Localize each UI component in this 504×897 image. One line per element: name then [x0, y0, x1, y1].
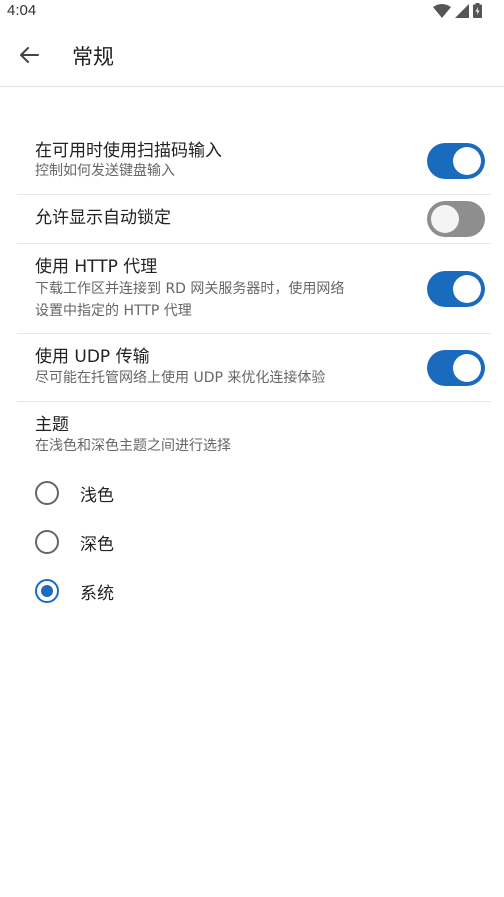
- setting-scancode-title: 在可用时使用扫描码输入: [35, 141, 222, 161]
- theme-option-label: 浅色: [80, 485, 114, 506]
- setting-scancode-input[interactable]: 在可用时使用扫描码输入 控制如何发送键盘输入: [35, 140, 491, 180]
- setting-http-proxy[interactable]: 使用 HTTP 代理 下载工作区并连接到 RD 网关服务器时，使用网络 设置中指…: [35, 256, 491, 322]
- toggle-knob: [453, 275, 481, 303]
- setting-auto-lock[interactable]: 允许显示自动锁定: [35, 207, 491, 229]
- auto-lock-toggle[interactable]: [427, 201, 485, 237]
- toggle-knob: [453, 147, 481, 175]
- udp-toggle[interactable]: [427, 350, 485, 386]
- setting-udp-description: 尽可能在托管网络上使用 UDP 来优化连接体验: [35, 370, 326, 386]
- theme-section: 主题 在浅色和深色主题之间进行选择: [35, 414, 491, 456]
- theme-option-system[interactable]: 系统: [35, 575, 335, 607]
- toggle-knob: [431, 205, 459, 233]
- scancode-toggle[interactable]: [427, 143, 485, 179]
- back-button[interactable]: [14, 40, 44, 70]
- setting-auto-lock-title: 允许显示自动锁定: [35, 208, 171, 228]
- divider: [17, 401, 491, 402]
- status-time: 4:04: [7, 2, 37, 19]
- battery-charging-icon: [473, 3, 482, 18]
- page-title: 常规: [72, 45, 114, 69]
- divider: [17, 243, 491, 244]
- theme-option-light[interactable]: 浅色: [35, 477, 335, 509]
- wifi-icon: [433, 3, 451, 18]
- toggle-knob: [453, 354, 481, 382]
- setting-scancode-description: 控制如何发送键盘输入: [35, 163, 175, 179]
- radio-button-dark[interactable]: [35, 530, 59, 554]
- arrow-left-icon: [20, 47, 39, 63]
- http-proxy-toggle[interactable]: [427, 271, 485, 307]
- status-icons: [433, 3, 482, 18]
- app-bar: 常规: [0, 22, 504, 87]
- divider: [17, 333, 491, 334]
- setting-http-proxy-title: 使用 HTTP 代理: [35, 257, 158, 277]
- theme-option-dark[interactable]: 深色: [35, 526, 335, 558]
- divider: [17, 194, 491, 195]
- setting-http-proxy-description-line-1: 下载工作区并连接到 RD 网关服务器时，使用网络: [35, 281, 345, 297]
- setting-http-proxy-description-line-2: 设置中指定的 HTTP 代理: [35, 303, 192, 319]
- setting-udp-title: 使用 UDP 传输: [35, 347, 150, 367]
- radio-button-light[interactable]: [35, 481, 59, 505]
- cellular-signal-icon: [455, 3, 469, 18]
- theme-title: 主题: [35, 415, 69, 435]
- theme-option-label: 深色: [80, 534, 114, 555]
- radio-button-system[interactable]: [35, 579, 59, 603]
- theme-description: 在浅色和深色主题之间进行选择: [35, 438, 231, 454]
- status-bar: 4:04: [0, 0, 504, 22]
- setting-udp-transport[interactable]: 使用 UDP 传输 尽可能在托管网络上使用 UDP 来优化连接体验: [35, 346, 491, 388]
- theme-option-label: 系统: [80, 583, 114, 604]
